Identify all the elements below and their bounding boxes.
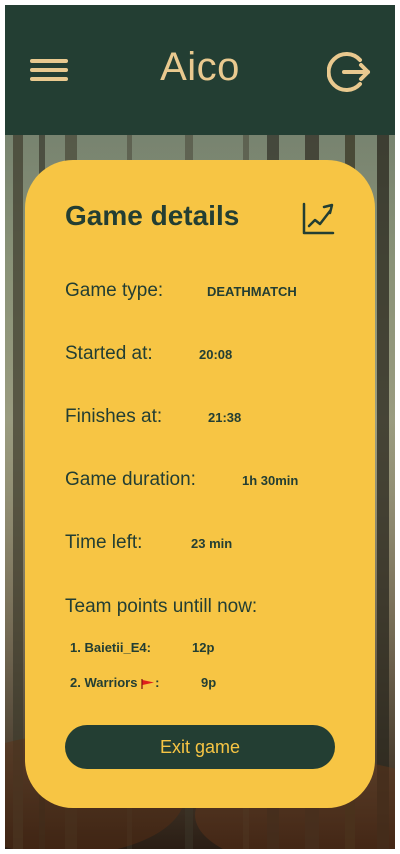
stats-button[interactable]	[301, 202, 335, 236]
team-rank: 1.	[70, 640, 81, 655]
game-type-value: DEATHMATCH	[207, 284, 297, 299]
app-screen: Aico Game details Game type: DEATHMATCH …	[5, 5, 395, 849]
team-colon: :	[146, 640, 151, 655]
started-at-value: 20:08	[199, 347, 233, 362]
team-points: 12p	[192, 640, 215, 655]
team-row: 1. Baietii_E4:	[70, 640, 151, 655]
time-left-label: Time left:	[65, 532, 143, 553]
team-points: 9p	[201, 675, 217, 690]
finishes-at-value: 21:38	[208, 410, 242, 425]
line-chart-icon	[302, 202, 335, 235]
card-title: Game details	[65, 200, 240, 231]
time-left-value: 23 min	[191, 536, 233, 551]
team-name: Baietii_E4	[84, 640, 147, 655]
team-rank: 2.	[70, 675, 81, 690]
logout-button[interactable]	[326, 49, 373, 95]
team-name: Warriors	[84, 675, 138, 690]
logout-icon	[326, 52, 370, 92]
game-type-label: Game type:	[65, 280, 164, 301]
started-at-label: Started at:	[65, 343, 153, 364]
red-flag-icon	[141, 678, 155, 689]
game-duration-label: Game duration:	[65, 469, 196, 490]
app-header: Aico	[5, 5, 395, 135]
team-points-heading: Team points untill now:	[65, 596, 258, 617]
game-duration-value: 1h 30min	[242, 473, 299, 488]
finishes-at-label: Finishes at:	[65, 406, 163, 427]
team-colon: :	[155, 675, 160, 690]
exit-game-button[interactable]: Exit game	[65, 725, 335, 769]
team-row: 2. Warriors :	[70, 675, 159, 690]
game-details-card: Game details Game type: DEATHMATCH Start…	[25, 160, 375, 808]
